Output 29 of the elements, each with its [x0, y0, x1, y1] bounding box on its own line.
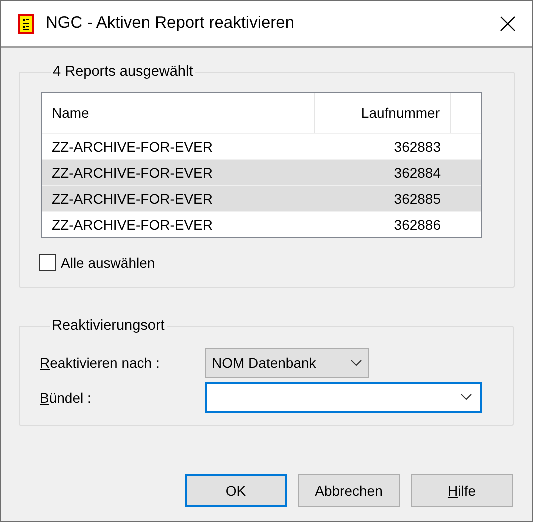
report-number: 362885 [393, 190, 442, 206]
window-title: NGC - Aktiven Report reaktivieren [46, 14, 296, 33]
report-number: 362883 [393, 138, 442, 154]
report-name: ZZ-ARCHIVE-FOR-EVER [51, 190, 214, 206]
report-name: ZZ-ARCHIVE-FOR-EVER [51, 138, 214, 154]
report-name: ZZ-ARCHIVE-FOR-EVER [51, 216, 214, 232]
field-label: Bündel : [40, 390, 92, 406]
group-title: 4 Reports ausgewählt [52, 64, 194, 80]
field-label: Reaktivieren nach : [40, 355, 161, 371]
group-title: Reaktivierungsort [51, 318, 166, 334]
checkbox[interactable] [39, 254, 56, 271]
document-icon [18, 14, 34, 34]
column-header[interactable]: Name [42, 93, 315, 133]
close-icon[interactable] [500, 16, 516, 32]
chevron-icon [351, 360, 362, 366]
dropdown[interactable]: NOM Datenbank [205, 348, 369, 378]
checkbox-label[interactable]: Alle auswählen [61, 254, 156, 270]
list-row[interactable]: ZZ-ARCHIVE-FOR-EVER 362885 [42, 185, 481, 211]
dialog-button[interactable]: OK [185, 474, 287, 507]
report-number: 362886 [393, 216, 442, 232]
dialog-button[interactable]: Abbrechen [298, 474, 400, 507]
list-row[interactable]: ZZ-ARCHIVE-FOR-EVER 362886 [42, 211, 481, 237]
chevron-icon [461, 394, 472, 401]
dialog-button[interactable]: Hilfe [411, 474, 513, 507]
list-row[interactable]: ZZ-ARCHIVE-FOR-EVER 362884 [42, 159, 481, 185]
column-header[interactable]: Laufnummer [315, 93, 451, 133]
report-number: 362884 [393, 164, 442, 180]
dropdown-field[interactable] [205, 382, 482, 413]
report-name: ZZ-ARCHIVE-FOR-EVER [51, 164, 214, 180]
